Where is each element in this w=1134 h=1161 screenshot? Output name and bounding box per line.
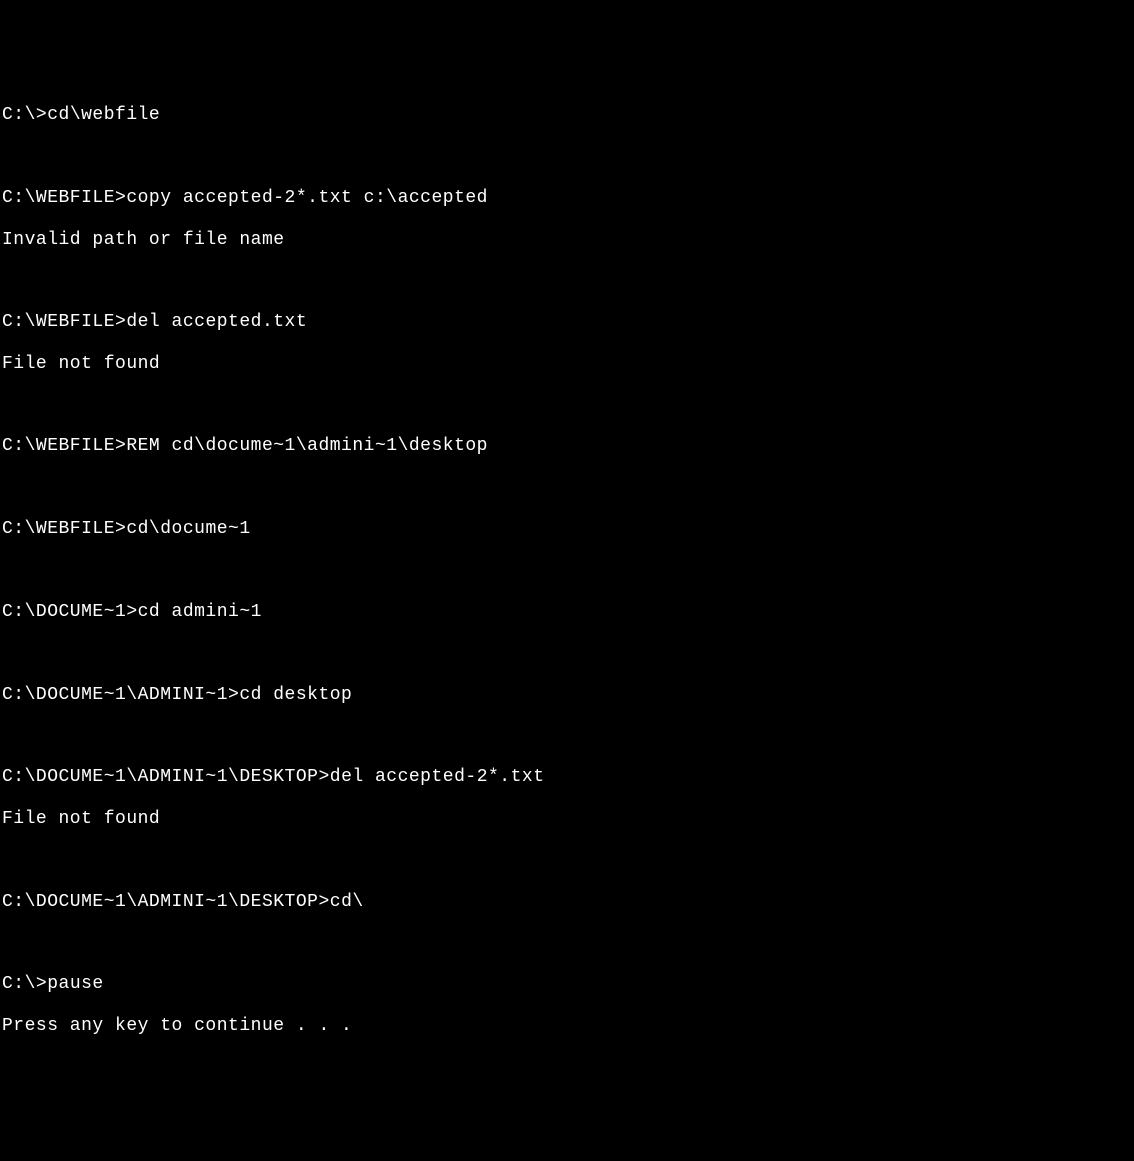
prompt: C:\DOCUME~1> [2,602,138,622]
terminal-line: C:\DOCUME~1\ADMINI~1>cd desktop [2,685,1134,706]
prompt: C:\WEBFILE> [2,436,126,456]
blank-line [2,933,1134,954]
command: copy accepted-2*.txt c:\accepted [126,188,488,208]
prompt: C:\DOCUME~1\ADMINI~1> [2,685,239,705]
blank-line [2,726,1134,747]
output: File not found [2,809,160,829]
terminal-line: C:\>pause [2,974,1134,995]
terminal-line: C:\WEBFILE>del accepted.txt [2,312,1134,333]
prompt: C:\DOCUME~1\ADMINI~1\DESKTOP> [2,892,330,912]
command: cd\ [330,892,364,912]
terminal-line: C:\>cd\webfile [2,105,1134,126]
blank-line [2,478,1134,499]
terminal-line: File not found [2,809,1134,830]
prompt: C:\WEBFILE> [2,519,126,539]
blank-line [2,271,1134,292]
command: del accepted-2*.txt [330,767,545,787]
command: cd admini~1 [138,602,262,622]
blank-line [2,395,1134,416]
terminal-line: C:\WEBFILE>cd\docume~1 [2,519,1134,540]
command: del accepted.txt [126,312,307,332]
command: pause [47,974,104,994]
output: File not found [2,354,160,374]
terminal-line: File not found [2,354,1134,375]
terminal-output[interactable]: C:\>cd\webfile C:\WEBFILE>copy accepted-… [0,83,1134,1057]
terminal-line: C:\DOCUME~1>cd admini~1 [2,602,1134,623]
prompt: C:\> [2,974,47,994]
command: cd\webfile [47,105,160,125]
blank-line [2,561,1134,582]
terminal-line: Invalid path or file name [2,230,1134,251]
terminal-line: C:\WEBFILE>REM cd\docume~1\admini~1\desk… [2,436,1134,457]
terminal-line: C:\WEBFILE>copy accepted-2*.txt c:\accep… [2,188,1134,209]
output: Press any key to continue . . . [2,1016,352,1036]
prompt: C:\> [2,105,47,125]
prompt: C:\WEBFILE> [2,188,126,208]
blank-line [2,850,1134,871]
terminal-line: Press any key to continue . . . [2,1016,1134,1037]
prompt: C:\WEBFILE> [2,312,126,332]
prompt: C:\DOCUME~1\ADMINI~1\DESKTOP> [2,767,330,787]
blank-line [2,643,1134,664]
output: Invalid path or file name [2,230,285,250]
terminal-line: C:\DOCUME~1\ADMINI~1\DESKTOP>del accepte… [2,767,1134,788]
command: cd desktop [239,685,352,705]
terminal-line: C:\DOCUME~1\ADMINI~1\DESKTOP>cd\ [2,892,1134,913]
command: REM cd\docume~1\admini~1\desktop [126,436,488,456]
command: cd\docume~1 [126,519,250,539]
blank-line [2,147,1134,168]
